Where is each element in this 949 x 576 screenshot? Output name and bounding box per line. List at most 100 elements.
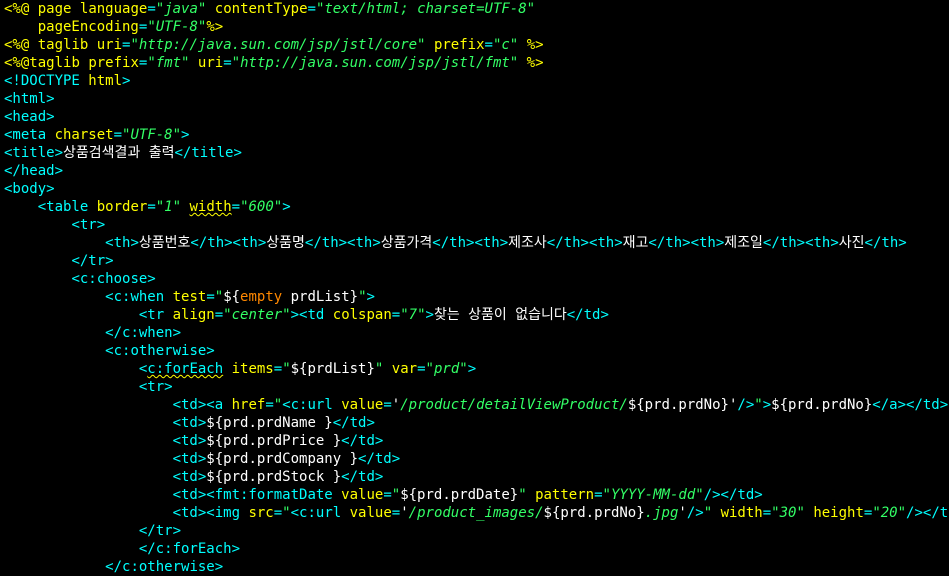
code-token: pattern: [535, 487, 595, 503]
code-token: <body>: [4, 181, 55, 197]
code-token: =: [113, 127, 123, 143]
code-token: =: [147, 1, 156, 17]
code-token: >: [762, 397, 772, 413]
code-line[interactable]: <meta charset="UTF-8">: [0, 126, 949, 144]
code-token: =: [206, 289, 215, 305]
code-token: prefix: [88, 55, 139, 71]
code-line[interactable]: <td>${prd.prdPrice }</td>: [0, 432, 949, 450]
code-token: </td>: [332, 415, 375, 431]
code-line[interactable]: </c:otherwise>: [0, 558, 949, 576]
code-token: <%@: [4, 1, 30, 17]
code-token: /product_images/: [408, 505, 544, 521]
code-token: <c:url: [290, 505, 350, 521]
code-token: </th><th>: [432, 235, 509, 251]
code-line[interactable]: <td>${prd.prdCompany }</td>: [0, 450, 949, 468]
code-token: ': [400, 505, 409, 521]
code-line[interactable]: <title>상품검색결과 출력</title>: [0, 144, 949, 162]
code-token: "7": [400, 307, 426, 323]
code-token: =: [307, 1, 316, 17]
code-token: <html>: [4, 91, 55, 107]
code-line[interactable]: <td><a href="<c:url value='/product/deta…: [0, 396, 949, 414]
code-token: <td>: [172, 451, 207, 467]
code-token: =: [391, 505, 401, 521]
code-token: value: [341, 487, 384, 503]
code-line[interactable]: <c:forEach items="${prdList}" var="prd">: [0, 360, 949, 378]
code-token: </tr>: [71, 253, 114, 269]
code-token: >: [366, 289, 375, 305]
code-editor[interactable]: <%@ page language="java" contentType="te…: [0, 0, 949, 576]
code-token: <c:choose>: [71, 271, 156, 287]
code-token: =: [231, 199, 241, 215]
code-line[interactable]: </head>: [0, 162, 949, 180]
code-token: uri: [96, 37, 123, 53]
code-line[interactable]: </tr>: [0, 522, 949, 540]
code-token: "http://java.sun.com/jsp/jstl/fmt": [231, 55, 519, 71]
code-token: ": [282, 361, 291, 377]
code-line[interactable]: <c:choose>: [0, 270, 949, 288]
code-token: <title>: [4, 145, 64, 161]
code-token: "UTF-8": [122, 127, 182, 143]
code-token: =: [383, 397, 392, 413]
code-token: uri: [197, 55, 224, 71]
code-line[interactable]: <tr align="center"><td colspan="7">찾는 상품…: [0, 306, 949, 324]
code-token: <td>: [172, 433, 207, 449]
code-token: >: [282, 199, 291, 215]
code-token: "fmt": [147, 55, 190, 71]
code-line[interactable]: <c:otherwise>: [0, 342, 949, 360]
code-line[interactable]: <%@ taglib uri = "http://java.sun.com/jsp/…: [0, 36, 949, 54]
code-token: height: [813, 505, 864, 521]
code-token: "UTF-8": [147, 19, 207, 35]
code-token: ": [273, 397, 283, 413]
code-line[interactable]: </c:forEach>: [0, 540, 949, 558]
code-token: >: [467, 361, 477, 377]
code-line[interactable]: <body>: [0, 180, 949, 198]
code-line[interactable]: <%@ page language="java" contentType="te…: [0, 0, 949, 18]
code-line[interactable]: </c:when>: [0, 324, 949, 342]
code-token: =: [762, 505, 772, 521]
code-token: /product/detailViewProduct/: [400, 397, 628, 413]
code-line[interactable]: <td><img src="<c:url value='/product_ima…: [0, 504, 949, 522]
code-line[interactable]: </tr>: [0, 252, 949, 270]
code-line[interactable]: <tr>: [0, 378, 949, 396]
code-token: =: [265, 397, 274, 413]
code-token: <td><fmt:formatDate: [172, 487, 342, 503]
code-token: "YYYY-MM-dd": [602, 487, 704, 503]
code-token: <%@: [4, 55, 30, 71]
code-line[interactable]: <th>상품번호</th><th>상품명</th><th>상품가격</th><t…: [0, 234, 949, 252]
code-line[interactable]: <tr>: [0, 216, 949, 234]
code-line[interactable]: <%@taglib prefix="fmt" uri="http://java.…: [0, 54, 949, 72]
code-token: =: [273, 361, 283, 377]
code-line[interactable]: <td>${prd.prdStock }</td>: [0, 468, 949, 486]
code-line[interactable]: <c:when test="${empty prdList}">: [0, 288, 949, 306]
code-line[interactable]: <!DOCTYPE html>: [0, 72, 949, 90]
code-token: <%@: [4, 37, 30, 53]
code-line[interactable]: <head>: [0, 108, 949, 126]
code-token: </td>: [341, 433, 384, 449]
code-token: "center": [223, 307, 291, 323]
code-token: <head>: [4, 109, 55, 125]
code-line[interactable]: pageEncoding="UTF-8"%>: [0, 18, 949, 36]
code-token: prdList}: [282, 289, 359, 305]
code-token: </th><th>: [648, 235, 725, 251]
code-line[interactable]: <td>${prd.prdName }</td>: [0, 414, 949, 432]
code-token: </title>: [174, 145, 242, 161]
code-line[interactable]: <table border="1" width="600">: [0, 198, 949, 216]
code-line[interactable]: <html>: [0, 90, 949, 108]
code-token: </th><th>: [546, 235, 623, 251]
code-line[interactable]: <td><fmt:formatDate value="${prd.prdDate…: [0, 486, 949, 504]
code-token: 사진: [838, 235, 865, 251]
code-token: %>: [526, 37, 544, 53]
